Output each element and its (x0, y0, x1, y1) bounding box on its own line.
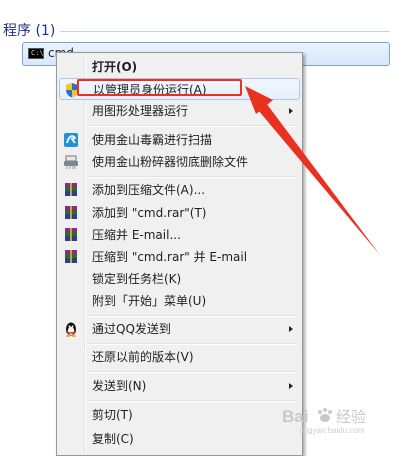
svg-text:jingyan.baidu.com: jingyan.baidu.com (299, 426, 365, 435)
svg-text:Bai: Bai (282, 407, 308, 426)
baidu-jingyan-watermark-logo: Bai 经验 jingyan.baidu.com (280, 405, 400, 435)
svg-text:经验: 经验 (336, 408, 366, 426)
annotation-arrow (245, 86, 380, 255)
